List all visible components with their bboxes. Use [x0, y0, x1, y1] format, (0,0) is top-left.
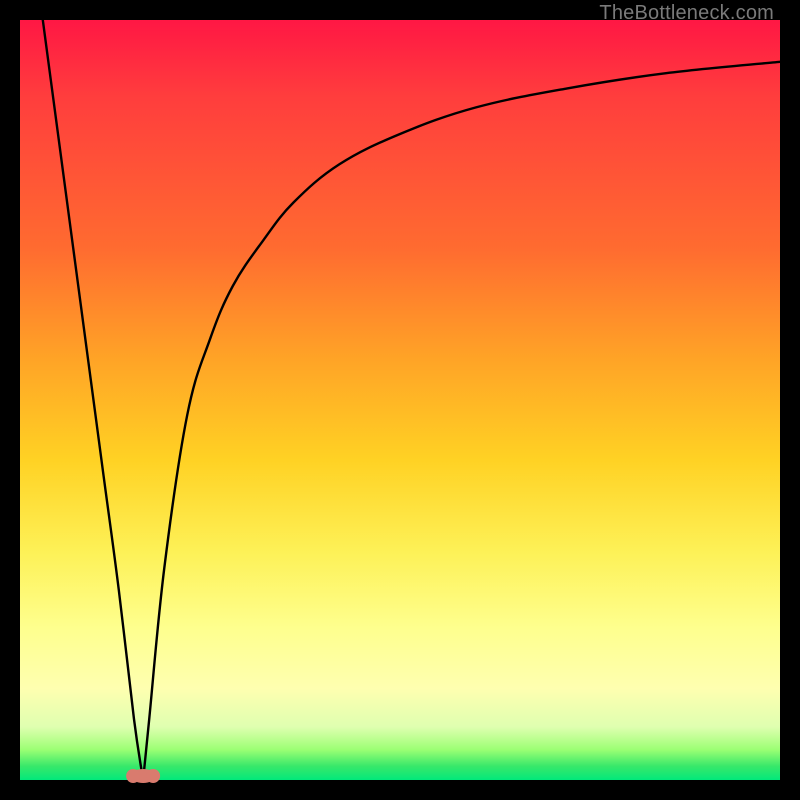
curve-left-branch: [43, 20, 143, 780]
curve-right-branch: [143, 62, 780, 780]
bottleneck-curve: [20, 20, 780, 780]
minimum-marker: [126, 769, 160, 783]
plot-frame: TheBottleneck.com: [20, 20, 780, 780]
